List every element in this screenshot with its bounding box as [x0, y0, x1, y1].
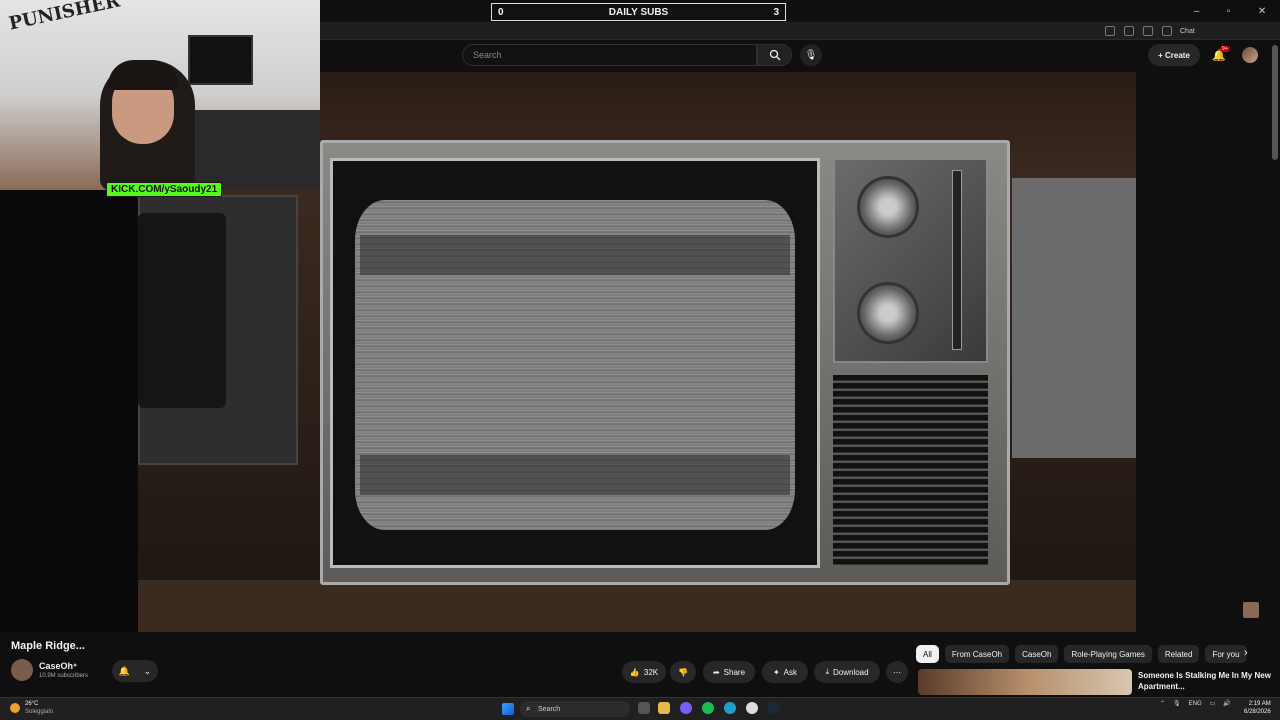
- related-chip-bar: All From CaseOh CaseOh Role-Playing Game…: [916, 645, 1247, 663]
- taskbar-clock[interactable]: 2:19 AM 6/28/2026: [1244, 700, 1271, 716]
- plus-icon: +: [1158, 50, 1165, 60]
- language-indicator[interactable]: ENG: [1189, 701, 1202, 707]
- clock-date: 6/28/2026: [1244, 709, 1271, 715]
- chevron-down-icon: ⌄: [143, 665, 152, 676]
- right-sidebar: [1136, 72, 1280, 632]
- subs-title: DAILY SUBS: [608, 6, 669, 18]
- user-avatar[interactable]: [1242, 47, 1258, 63]
- star-icon[interactable]: [1124, 26, 1134, 36]
- webcam-monitor: [188, 35, 253, 85]
- search-button[interactable]: [757, 44, 792, 66]
- chrome-icon[interactable]: [746, 702, 758, 714]
- close-icon[interactable]: ✕: [1258, 6, 1266, 17]
- ask-button[interactable]: ✦ Ask: [762, 661, 808, 683]
- tv-knob-top: [857, 176, 919, 238]
- chip-for-you[interactable]: For you: [1205, 645, 1247, 663]
- search-input[interactable]: Search: [462, 44, 757, 66]
- channel-name[interactable]: CaseOh: [39, 661, 73, 671]
- chat-button[interactable]: Chat: [1180, 28, 1195, 35]
- subscribed-bell-button[interactable]: 🔔 ⌄: [112, 660, 158, 682]
- minimize-icon[interactable]: –: [1194, 6, 1200, 17]
- background-tv-right: [1012, 178, 1136, 458]
- left-blank: [0, 190, 138, 632]
- sun-icon: [10, 703, 20, 713]
- task-view-icon[interactable]: [638, 702, 650, 714]
- daily-subs-counter: 0 DAILY SUBS 3: [491, 3, 786, 21]
- network-icon[interactable]: ▭: [1210, 700, 1216, 707]
- shelf: [138, 580, 1136, 632]
- scrollbar[interactable]: [1272, 45, 1278, 160]
- taskbar-search-label: Search: [538, 705, 561, 713]
- chip-caseoh[interactable]: CaseOh: [1015, 645, 1059, 663]
- like-button[interactable]: 👍 32K: [622, 661, 666, 683]
- weather-description: Soleggiato: [25, 709, 54, 715]
- static-band: [360, 455, 790, 495]
- microphone-icon: 🎙: [804, 49, 818, 61]
- file-explorer-icon[interactable]: [658, 702, 670, 714]
- system-tray: ⌃ 🎙 ENG ▭ 🔊: [1160, 700, 1231, 708]
- search-icon: ⌕: [526, 704, 531, 713]
- subs-right-value: 3: [773, 6, 779, 18]
- clock-time: 2:19 AM: [1248, 701, 1271, 707]
- edge-icon[interactable]: [724, 702, 736, 714]
- more-actions-button[interactable]: ⋯: [886, 661, 908, 683]
- ask-label: Ask: [783, 667, 798, 677]
- window-controls: – ▫ ✕: [1180, 0, 1280, 22]
- chip-role-playing-games[interactable]: Role-Playing Games: [1064, 645, 1152, 663]
- search-icon: [769, 49, 780, 61]
- chip-related[interactable]: Related: [1157, 645, 1200, 663]
- restore-icon[interactable]: ▫: [1227, 6, 1231, 17]
- taskbar-search[interactable]: Search: [520, 701, 630, 717]
- background-tv-left-screen: [138, 213, 226, 408]
- spotify-icon[interactable]: [702, 702, 714, 714]
- download-label: Download: [832, 667, 869, 677]
- share-icon: ➦: [712, 667, 720, 677]
- recommended-title[interactable]: Someone Is Stalking Me In My New Apartme…: [1138, 670, 1273, 692]
- tv-slider: [952, 170, 962, 350]
- chevron-right-icon[interactable]: ›: [1244, 647, 1248, 659]
- chevron-up-icon[interactable]: ⌃: [1160, 700, 1165, 707]
- more-icon: ⋯: [893, 667, 901, 677]
- search-placeholder: Search: [473, 50, 502, 60]
- share-label: Share: [723, 667, 746, 677]
- like-count: 32K: [643, 667, 659, 677]
- profile-icon[interactable]: [1162, 26, 1172, 36]
- tv-knob-bottom: [857, 282, 919, 344]
- windows-start-icon[interactable]: [502, 703, 514, 715]
- channel-avatar[interactable]: [11, 659, 33, 681]
- extensions-icon[interactable]: [1105, 26, 1115, 36]
- download-button[interactable]: ⤓ Download: [814, 661, 880, 683]
- volume-icon[interactable]: 🔊: [1223, 700, 1230, 707]
- chip-from-caseoh[interactable]: From CaseOh: [944, 645, 1010, 663]
- video-title: Maple Ridge...: [11, 640, 85, 652]
- kick-url-badge: KICK.COM/ySaoudy21: [106, 182, 223, 197]
- browser-extension-icons: Chat: [1096, 26, 1195, 36]
- tv-speaker-grille: [833, 375, 988, 565]
- download-icon: ⤓: [825, 667, 829, 676]
- streamer-hair: [108, 60, 178, 90]
- verified-icon: ●: [73, 662, 78, 669]
- voice-search-button[interactable]: 🎙: [800, 44, 822, 66]
- dislike-button[interactable]: 👎: [670, 661, 696, 683]
- bell-icon: 🔔: [118, 665, 131, 676]
- thumbs-up-icon: 👍: [629, 667, 640, 677]
- share-button[interactable]: ➦ Share: [703, 661, 755, 683]
- sparkle-icon: ✦: [772, 667, 780, 677]
- thumbs-down-icon: 👎: [678, 667, 688, 677]
- subs-left-value: 0: [498, 6, 504, 18]
- refresh-icon[interactable]: [1143, 26, 1153, 36]
- steam-icon[interactable]: [768, 702, 780, 714]
- chip-all[interactable]: All: [916, 645, 939, 663]
- app-icon[interactable]: [680, 702, 692, 714]
- subscriber-count: 10.9M subscribers: [39, 673, 89, 679]
- webcam-desk: [180, 110, 320, 190]
- weather-temperature[interactable]: 26°C: [25, 701, 38, 707]
- recommended-thumbnail[interactable]: [918, 669, 1132, 695]
- mic-icon[interactable]: 🎙: [1173, 700, 1181, 707]
- static-band: [360, 235, 790, 275]
- create-button[interactable]: + Create: [1148, 44, 1200, 66]
- notification-badge: 9+: [1220, 46, 1230, 52]
- viewer-avatar: [1243, 602, 1259, 618]
- create-label: Create: [1165, 50, 1190, 60]
